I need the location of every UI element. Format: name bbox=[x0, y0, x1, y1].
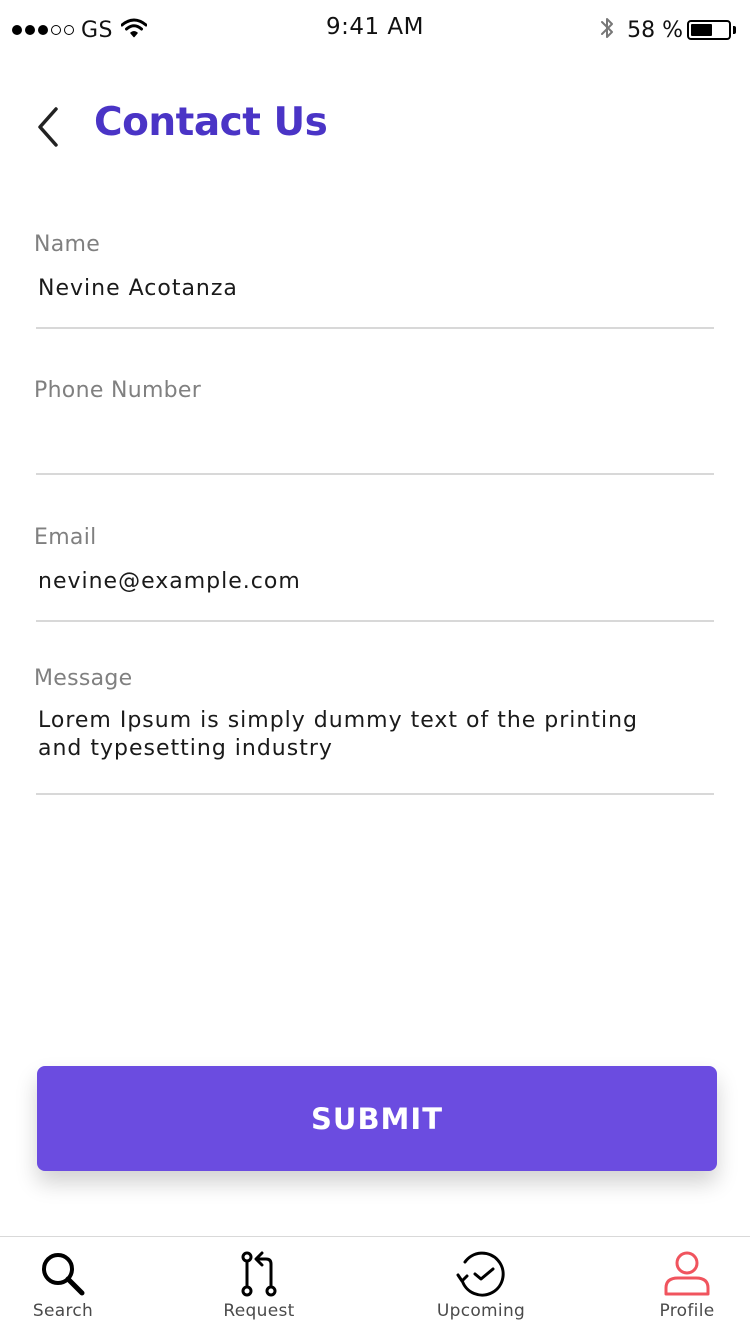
battery-cap bbox=[733, 26, 736, 34]
email-underline bbox=[36, 620, 714, 622]
clock-icon bbox=[455, 1249, 507, 1299]
user-icon bbox=[662, 1249, 712, 1299]
tab-label-profile: Profile bbox=[659, 1301, 715, 1321]
email-input[interactable]: nevine@example.com bbox=[38, 568, 714, 596]
name-field[interactable]: Name Nevine Acotanza bbox=[34, 232, 714, 330]
submit-button[interactable]: SUBMIT bbox=[37, 1066, 717, 1171]
tab-profile[interactable]: Profile bbox=[617, 1237, 750, 1335]
email-field[interactable]: Email nevine@example.com bbox=[34, 525, 714, 623]
tab-label-search: Search bbox=[32, 1301, 94, 1321]
bluetooth-icon bbox=[599, 15, 615, 45]
tab-label-upcoming: Upcoming bbox=[436, 1301, 526, 1321]
page-title: Contact Us bbox=[94, 100, 328, 145]
tab-label-request: Request bbox=[223, 1301, 295, 1321]
phone-field[interactable]: Phone Number bbox=[34, 378, 714, 476]
request-icon bbox=[237, 1249, 281, 1299]
tab-search[interactable]: Search bbox=[0, 1237, 133, 1335]
message-underline bbox=[36, 793, 714, 795]
tab-upcoming[interactable]: Upcoming bbox=[411, 1237, 551, 1335]
message-field[interactable]: Message Lorem Ipsum is simply dummy text… bbox=[34, 666, 714, 796]
tab-bar: Search Request Upcoming Profile bbox=[0, 1236, 750, 1335]
message-input[interactable]: Lorem Ipsum is simply dummy text of the … bbox=[38, 707, 638, 763]
tab-request[interactable]: Request bbox=[189, 1237, 329, 1335]
message-label: Message bbox=[34, 666, 133, 691]
status-bar: GS 9:41 AM 58 % bbox=[0, 0, 750, 60]
search-icon bbox=[40, 1249, 86, 1299]
chevron-left-icon bbox=[38, 107, 58, 147]
phone-input[interactable] bbox=[38, 421, 714, 449]
battery-fill bbox=[691, 24, 712, 36]
name-label: Name bbox=[34, 232, 101, 257]
phone-underline bbox=[36, 473, 714, 475]
name-input[interactable]: Nevine Acotanza bbox=[38, 275, 714, 303]
battery-icon bbox=[687, 20, 731, 40]
email-label: Email bbox=[34, 525, 97, 550]
battery-area: 58 % bbox=[599, 14, 736, 46]
phone-label: Phone Number bbox=[34, 378, 202, 403]
back-button[interactable] bbox=[28, 102, 68, 152]
name-underline bbox=[36, 327, 714, 329]
battery-percentage: 58 % bbox=[627, 17, 683, 43]
